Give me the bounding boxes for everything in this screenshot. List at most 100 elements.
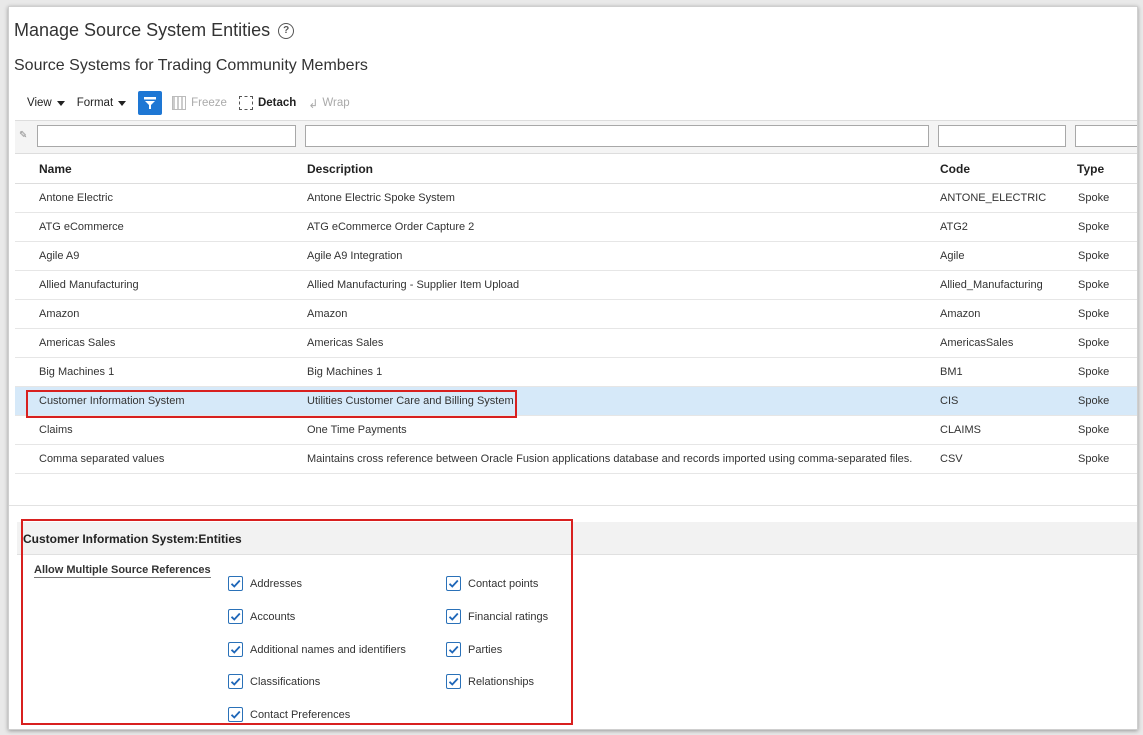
table-row[interactable]: Allied Manufacturing Allied Manufacturin… xyxy=(15,271,1137,300)
code-cell: CSV xyxy=(940,453,963,465)
detach-icon xyxy=(238,96,253,110)
section-title: Source Systems for Trading Community Mem… xyxy=(14,57,368,74)
checkbox-checked-icon xyxy=(228,609,243,624)
type-cell: Spoke xyxy=(1078,337,1110,349)
table-header: Name Description Code Type xyxy=(15,154,1137,184)
checkbox-checked-icon xyxy=(228,642,243,657)
divider xyxy=(9,505,1137,506)
wrap-icon: ↲ xyxy=(308,97,319,111)
description-cell: ATG eCommerce Order Capture 2 xyxy=(307,221,475,233)
code-cell: Amazon xyxy=(940,308,981,320)
description-cell: Maintains cross reference between Oracle… xyxy=(307,453,913,465)
description-cell: Antone Electric Spoke System xyxy=(307,192,455,204)
description-cell: Big Machines 1 xyxy=(307,366,383,378)
name-cell: Amazon xyxy=(39,308,80,320)
table-row[interactable]: Big Machines 1 Big Machines 1 BM1 Spoke xyxy=(15,358,1137,387)
checkbox-contact-preferences[interactable]: Contact Preferences xyxy=(228,707,350,722)
type-cell: Spoke xyxy=(1078,221,1110,233)
table-row[interactable]: Antone Electric Antone Electric Spoke Sy… xyxy=(15,184,1137,213)
view-menu-label: View xyxy=(27,97,52,109)
table-row[interactable]: Americas Sales Americas Sales AmericasSa… xyxy=(15,329,1137,358)
help-icon[interactable]: ? xyxy=(278,22,295,39)
page-title-text: Manage Source System Entities xyxy=(14,20,271,40)
name-column-header[interactable]: Name xyxy=(39,162,72,176)
name-cell: Americas Sales xyxy=(39,337,116,349)
checkbox-addresses[interactable]: Addresses xyxy=(228,576,302,591)
code-cell: Allied_Manufacturing xyxy=(940,279,1043,291)
wrap-label: Wrap xyxy=(322,97,350,109)
format-menu[interactable]: Format xyxy=(76,97,127,109)
table-row[interactable]: Amazon Amazon Amazon Spoke xyxy=(15,300,1137,329)
checkbox-checked-icon xyxy=(446,609,461,624)
query-by-example-button[interactable] xyxy=(138,91,163,115)
detach-button[interactable]: Detach xyxy=(238,96,297,110)
description-cell: One Time Payments xyxy=(307,424,407,436)
view-menu[interactable]: View xyxy=(27,97,65,109)
checkbox-label: Financial ratings xyxy=(468,610,549,623)
description-filter-input[interactable] xyxy=(305,125,929,147)
checkbox-additional-names[interactable]: Additional names and identifiers xyxy=(228,642,406,657)
type-cell: Spoke xyxy=(1078,308,1110,320)
table-row-selected[interactable]: Customer Information System Utilities Cu… xyxy=(15,387,1137,416)
type-cell: Spoke xyxy=(1078,366,1110,378)
checkbox-label: Addresses xyxy=(250,577,302,590)
code-cell: ANTONE_ELECTRIC xyxy=(940,192,1047,204)
checkbox-label: Classifications xyxy=(250,675,321,688)
checkbox-contact-points[interactable]: Contact points xyxy=(446,576,538,591)
description-cell: Allied Manufacturing - Supplier Item Upl… xyxy=(307,279,520,291)
code-cell: ATG2 xyxy=(940,221,968,233)
checkbox-checked-icon xyxy=(228,576,243,591)
entities-title: Customer Information System:Entities xyxy=(23,532,242,546)
code-column-header[interactable]: Code xyxy=(940,162,970,176)
freeze-button[interactable]: Freeze xyxy=(172,96,227,110)
table-toolbar: View Format Freeze Detach ↲ Wrap xyxy=(27,90,362,116)
checkbox-label: Contact Preferences xyxy=(250,708,351,721)
checkbox-relationships[interactable]: Relationships xyxy=(446,674,534,689)
table-row[interactable]: ATG eCommerce ATG eCommerce Order Captur… xyxy=(15,213,1137,242)
checkbox-checked-icon xyxy=(446,576,461,591)
format-menu-label: Format xyxy=(76,97,114,109)
source-systems-table: ✎ Name Description Code Type Antone Elec… xyxy=(15,120,1137,474)
code-filter-input[interactable] xyxy=(938,125,1066,147)
name-cell: Antone Electric xyxy=(39,192,113,204)
name-cell: Agile A9 xyxy=(39,250,80,262)
table-row[interactable]: Claims One Time Payments CLAIMS Spoke xyxy=(15,416,1137,445)
type-cell: Spoke xyxy=(1078,250,1110,262)
code-cell: CLAIMS xyxy=(940,424,981,436)
checkbox-checked-icon xyxy=(446,674,461,689)
code-cell: BM1 xyxy=(940,366,963,378)
freeze-icon xyxy=(172,96,187,110)
table-row[interactable]: Comma separated values Maintains cross r… xyxy=(15,445,1137,474)
detach-label: Detach xyxy=(257,97,297,109)
type-column-header[interactable]: Type xyxy=(1077,162,1104,176)
filter-icon xyxy=(144,97,157,109)
checkbox-classifications[interactable]: Classifications xyxy=(228,674,320,689)
pencil-icon: ✎ xyxy=(19,130,28,141)
type-cell: Spoke xyxy=(1078,192,1110,204)
checkbox-label: Additional names and identifiers xyxy=(250,643,406,656)
code-cell: CIS xyxy=(940,395,959,407)
caret-down-icon xyxy=(56,100,65,106)
checkbox-accounts[interactable]: Accounts xyxy=(228,609,295,624)
type-cell: Spoke xyxy=(1078,395,1110,407)
description-cell: Americas Sales xyxy=(307,337,384,349)
checkbox-parties[interactable]: Parties xyxy=(446,642,502,657)
description-column-header[interactable]: Description xyxy=(307,162,373,176)
checkbox-label: Relationships xyxy=(468,675,535,688)
code-cell: AmericasSales xyxy=(940,337,1014,349)
code-cell: Agile xyxy=(940,250,965,262)
name-cell: Comma separated values xyxy=(39,453,165,465)
checkbox-checked-icon xyxy=(228,707,243,722)
entities-section-header: Customer Information System:Entities xyxy=(17,522,1137,555)
type-cell: Spoke xyxy=(1078,279,1110,291)
type-filter-input[interactable] xyxy=(1075,125,1137,147)
checkbox-label: Contact points xyxy=(468,577,539,590)
checkbox-financial-ratings[interactable]: Financial ratings xyxy=(446,609,548,624)
description-cell: Agile A9 Integration xyxy=(307,250,403,262)
type-cell: Spoke xyxy=(1078,453,1110,465)
name-filter-input[interactable] xyxy=(37,125,296,147)
table-row[interactable]: Agile A9 Agile A9 Integration Agile Spok… xyxy=(15,242,1137,271)
type-cell: Spoke xyxy=(1078,424,1110,436)
checkbox-label: Accounts xyxy=(250,610,296,623)
wrap-button[interactable]: ↲ Wrap xyxy=(308,97,350,111)
